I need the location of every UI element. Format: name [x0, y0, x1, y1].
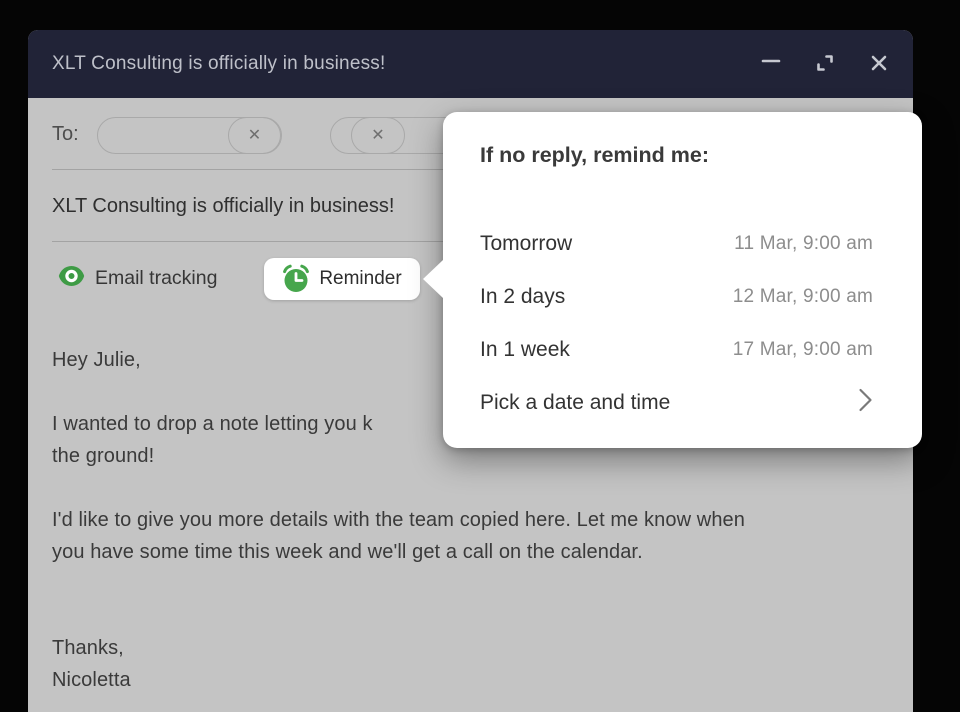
remove-recipient-icon[interactable]: ✕: [228, 117, 282, 154]
popup-tail: [423, 260, 443, 298]
option-datetime: 12 Mar, 9:00 am: [733, 286, 873, 308]
reminder-button[interactable]: Reminder: [264, 258, 420, 300]
option-label: In 1 week: [480, 338, 570, 362]
minimize-icon: [760, 52, 782, 77]
reminder-popup-title: If no reply, remind me:: [480, 143, 709, 168]
close-icon: [868, 52, 890, 77]
reminder-option-tomorrow[interactable]: Tomorrow 11 Mar, 9:00 am: [480, 217, 873, 270]
desktop-background: { "window": { "title": "XLT Consulting i…: [0, 0, 960, 712]
reminder-option-in-1-week[interactable]: In 1 week 17 Mar, 9:00 am: [480, 323, 873, 376]
subject-line[interactable]: XLT Consulting is officially in business…: [52, 194, 394, 218]
option-label: Pick a date and time: [480, 391, 670, 415]
option-datetime: 17 Mar, 9:00 am: [733, 339, 873, 361]
close-button[interactable]: [861, 46, 897, 82]
window-controls: [753, 46, 897, 82]
email-tracking-toggle[interactable]: Email tracking: [58, 264, 217, 292]
body-line: I'd like to give you more details with t…: [52, 504, 903, 536]
reminder-label: Reminder: [319, 268, 401, 290]
body-signature: Nicoletta: [52, 664, 903, 696]
alarm-clock-icon: [282, 263, 310, 296]
window-title: XLT Consulting is officially in business…: [52, 53, 753, 75]
body-line: you have some time this week and we'll g…: [52, 536, 903, 568]
to-field-label: To:: [52, 121, 79, 147]
compose-titlebar[interactable]: XLT Consulting is officially in business…: [28, 30, 913, 98]
email-tracking-label: Email tracking: [95, 267, 217, 290]
recipient-chip[interactable]: ✕: [97, 117, 281, 154]
expand-button[interactable]: [807, 46, 843, 82]
option-datetime: 11 Mar, 9:00 am: [734, 233, 873, 255]
reminder-options-list: Tomorrow 11 Mar, 9:00 am In 2 days 12 Ma…: [480, 217, 873, 429]
chevron-right-icon: [858, 387, 873, 418]
option-label: In 2 days: [480, 285, 565, 309]
reminder-option-pick-date-time[interactable]: Pick a date and time: [480, 376, 873, 429]
remove-recipient-icon[interactable]: ✕: [351, 117, 405, 154]
expand-icon: [813, 51, 837, 78]
reminder-popup: If no reply, remind me: Tomorrow 11 Mar,…: [443, 112, 922, 448]
minimize-button[interactable]: [753, 46, 789, 82]
eye-icon: [58, 265, 85, 292]
reminder-option-in-2-days[interactable]: In 2 days 12 Mar, 9:00 am: [480, 270, 873, 323]
body-signoff: Thanks,: [52, 632, 903, 664]
option-label: Tomorrow: [480, 232, 572, 256]
